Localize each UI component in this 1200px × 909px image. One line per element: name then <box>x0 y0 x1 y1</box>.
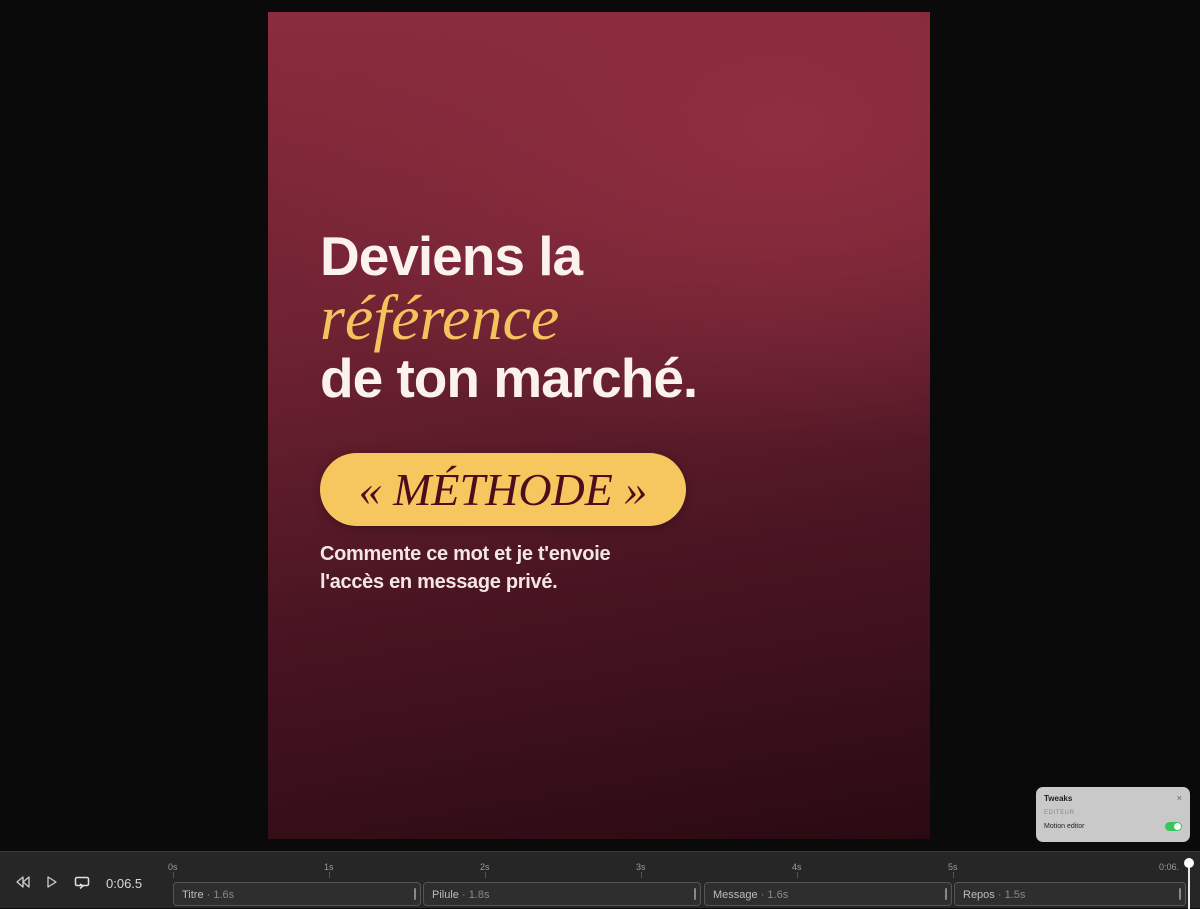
tick-mark <box>797 872 798 878</box>
close-icon[interactable]: × <box>1177 793 1182 803</box>
video-canvas: Deviens la référence de ton marché. « MÉ… <box>268 12 930 839</box>
clip-resize-handle[interactable] <box>694 888 696 900</box>
clip-repos[interactable]: Repos · 1.5s <box>954 882 1186 906</box>
clip-name: Message <box>713 889 758 901</box>
clip-message[interactable]: Message · 1.6s <box>704 882 952 906</box>
clip-pilule[interactable]: Pilule · 1.8s <box>423 882 701 906</box>
clip-duration: 1.5s <box>1004 889 1026 901</box>
headline-accent: référence <box>320 282 560 353</box>
play-icon <box>47 876 57 888</box>
tick-mark <box>485 872 486 878</box>
loop-button[interactable] <box>74 876 90 892</box>
tick-mark <box>953 872 954 878</box>
keyword-pill: « MÉTHODE » <box>320 453 686 526</box>
tweaks-title: Tweaks <box>1044 794 1073 803</box>
motion-editor-row: Motion editor <box>1044 822 1182 831</box>
headline: Deviens la référence de ton marché. <box>320 225 698 409</box>
clip-titre[interactable]: Titre · 1.6s <box>173 882 421 906</box>
motion-editor-label: Motion editor <box>1044 823 1085 830</box>
tweaks-section-label: EDITEUR <box>1044 810 1075 816</box>
clip-duration: 1.6s <box>767 889 789 901</box>
headline-line-3: de ton marché. <box>320 347 698 409</box>
play-button[interactable] <box>46 876 58 891</box>
tick-label: 0s <box>168 862 178 872</box>
clip-duration: 1.8s <box>468 889 490 901</box>
tick-mark <box>641 872 642 878</box>
loop-icon <box>74 876 90 890</box>
tick-label: 1s <box>324 862 334 872</box>
message-text: Commente ce mot et je t'envoie l'accès e… <box>320 543 611 593</box>
tick-label: 2s <box>480 862 490 872</box>
clip-resize-handle[interactable] <box>414 888 416 900</box>
tick-label: 3s <box>636 862 646 872</box>
rewind-icon <box>16 876 30 888</box>
tick-mark <box>329 872 330 878</box>
tick-label: 5s <box>948 862 958 872</box>
rewind-button[interactable] <box>16 876 30 891</box>
tick-mark <box>173 872 174 878</box>
playhead-handle[interactable] <box>1184 858 1194 868</box>
tick-label: 4s <box>792 862 802 872</box>
timeline-bar: 0:06.5 0s 1s 2s 3s 4s 5s 0:06. Titre · 1… <box>0 851 1200 909</box>
headline-line-1: Deviens la <box>320 225 583 287</box>
tick-label: 0:06. <box>1159 862 1180 872</box>
motion-editor-toggle[interactable] <box>1165 822 1182 831</box>
clip-name: Repos <box>963 889 995 901</box>
current-time: 0:06.5 <box>106 876 143 891</box>
clip-resize-handle[interactable] <box>1179 888 1181 900</box>
clip-duration: 1.6s <box>213 889 235 901</box>
clip-resize-handle[interactable] <box>945 888 947 900</box>
tweaks-panel: Tweaks × EDITEUR Motion editor <box>1036 787 1190 842</box>
clip-name: Pilule <box>432 889 459 901</box>
keyword-pill-text: « MÉTHODE » <box>358 464 648 515</box>
clip-name: Titre <box>182 889 204 901</box>
